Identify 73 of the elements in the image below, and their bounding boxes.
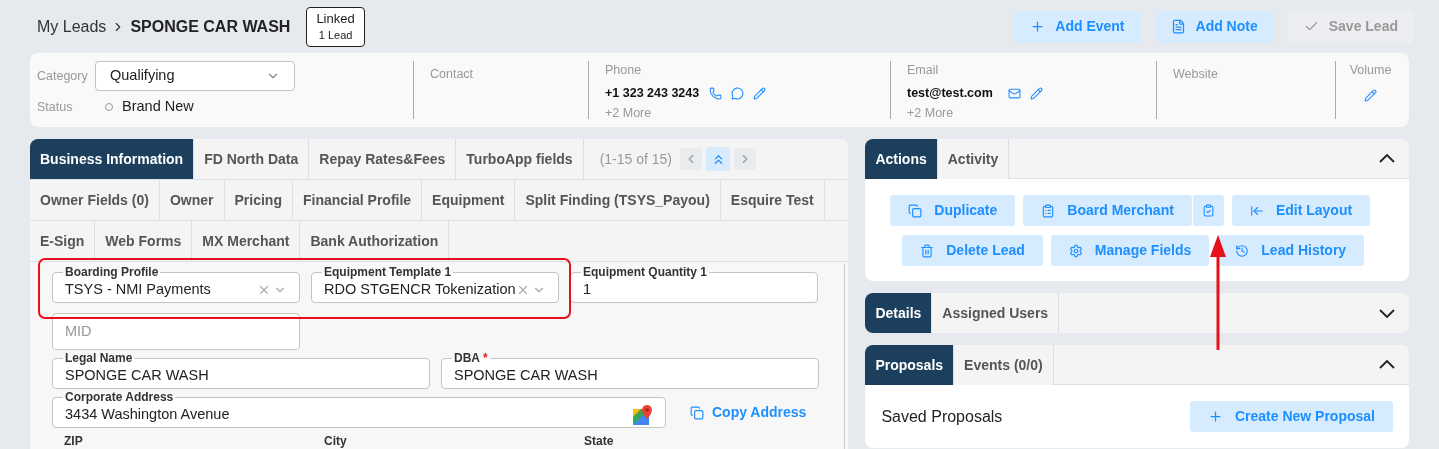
- pager-count: (1-15 of 15): [599, 149, 672, 169]
- scrollbar[interactable]: [844, 264, 846, 449]
- chat-icon[interactable]: [731, 86, 745, 100]
- board-check-button[interactable]: [1192, 195, 1224, 226]
- field-label: Boarding Profile: [65, 265, 159, 279]
- field-label: Legal Name: [65, 351, 133, 365]
- phone-icon[interactable]: [709, 86, 723, 100]
- trash-icon: [920, 243, 935, 258]
- email-address: test@test.com: [907, 84, 993, 102]
- select-field[interactable]: Boarding Profile TSYS - NMI Payments: [52, 266, 300, 303]
- clipboard-icon: [1041, 203, 1056, 218]
- edit-icon[interactable]: [1029, 86, 1043, 100]
- input-value[interactable]: MID: [65, 320, 287, 343]
- field-label: Equipment Quantity 1: [583, 265, 707, 279]
- select-field[interactable]: Equipment Template 1 RDO STGENCR Tokenization: [311, 266, 559, 303]
- badge-title: Linked: [316, 9, 355, 27]
- required-mark: *: [483, 351, 488, 365]
- chevron-up-icon: [1379, 360, 1395, 369]
- input-field[interactable]: Legal Name SPONGE CAR WASH: [52, 352, 430, 389]
- field-label: State: [584, 433, 615, 449]
- field-label: Equipment Template 1: [324, 265, 452, 279]
- clipboard-check-icon: [1201, 204, 1215, 217]
- tab[interactable]: Activity: [937, 139, 1010, 179]
- chevron-up-icon: [1379, 154, 1395, 163]
- arrow-left-icon: [1249, 203, 1264, 218]
- breadcrumb-link[interactable]: My Leads: [37, 14, 107, 39]
- previous-button[interactable]: [680, 148, 702, 170]
- settings-icon: [1068, 243, 1083, 258]
- tab[interactable]: Proposals: [865, 345, 955, 385]
- tab[interactable]: Details: [865, 293, 933, 333]
- contact-label: Contact: [430, 67, 474, 81]
- mail-icon[interactable]: [1007, 86, 1021, 100]
- email-label: Email: [907, 62, 940, 79]
- website-label: Website: [1173, 67, 1218, 81]
- input-value[interactable]: 3434 Washington Avenue: [65, 404, 633, 426]
- field-label: DBA: [454, 351, 480, 365]
- tab[interactable]: Events (0/0): [954, 345, 1054, 385]
- volume-label: Volume: [1349, 62, 1392, 79]
- input-field[interactable]: MID: [52, 313, 300, 350]
- input-field[interactable]: DBA * SPONGE CAR WASH: [441, 352, 819, 389]
- tab[interactable]: Business Information: [30, 139, 195, 179]
- next-button[interactable]: [734, 148, 756, 170]
- history-icon: [1235, 243, 1250, 258]
- input-value[interactable]: SPONGE CAR WASH: [454, 365, 806, 387]
- page-title: SPONGE CAR WASH: [130, 16, 291, 37]
- field-label: ZIP: [64, 433, 84, 449]
- edit-icon[interactable]: [1364, 88, 1377, 102]
- chevron-down-icon: [1379, 308, 1395, 318]
- category-select[interactable]: Qualifying: [95, 61, 295, 91]
- file-icon: [1170, 19, 1186, 34]
- clear-icon[interactable]: [257, 283, 271, 297]
- input-field[interactable]: Corporate Address 3434 Washington Avenue: [52, 391, 666, 428]
- input-field[interactable]: Equipment Quantity 1 1: [570, 266, 818, 303]
- input-value[interactable]: SPONGE CAR WASH: [65, 365, 417, 387]
- plus-icon: [1030, 19, 1046, 34]
- section-heading: Saved Proposals: [881, 406, 1003, 427]
- copy-icon: [908, 203, 923, 218]
- category-label: Category: [37, 67, 89, 85]
- plus-icon: [1207, 409, 1223, 424]
- field-label: City: [324, 433, 348, 449]
- map-icon[interactable]: [633, 405, 653, 425]
- field-label: Corporate Address: [65, 390, 174, 404]
- status-value: Brand New: [122, 97, 194, 116]
- tab[interactable]: Actions: [865, 139, 938, 179]
- phone-number: +1 323 243 3243: [605, 84, 700, 102]
- copy-icon: [690, 405, 704, 420]
- input-value[interactable]: 1: [583, 279, 805, 301]
- edit-icon[interactable]: [753, 86, 767, 100]
- badge-subtitle: 1 Lead: [318, 27, 353, 43]
- linked-badge[interactable]: Linked 1 Lead: [306, 6, 365, 47]
- clear-icon[interactable]: [516, 283, 530, 297]
- status-label: Status: [37, 98, 74, 116]
- phone-label: Phone: [605, 62, 643, 79]
